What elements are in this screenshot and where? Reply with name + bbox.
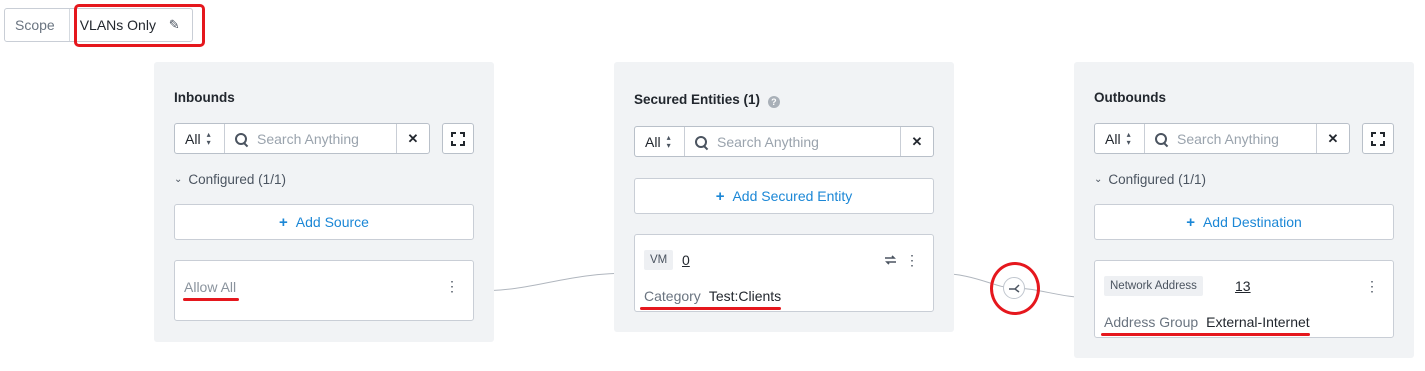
annotation-underline [640, 307, 781, 310]
plus-icon: + [715, 187, 725, 205]
clear-search-button[interactable]: ✕ [1316, 124, 1349, 153]
add-secured-entity-label: Add Secured Entity [732, 188, 853, 204]
select-caret-icon: ▴ ▾ [206, 129, 211, 147]
category-row: Category Test:Clients [644, 288, 781, 304]
inbounds-configured-toggle[interactable]: ⌄ Configured (1/1) [174, 172, 286, 187]
scope-value-text: VLANs Only [79, 17, 156, 33]
inbound-card[interactable]: Allow All ⋮ [174, 260, 474, 321]
outbounds-title: Outbounds [1094, 90, 1166, 105]
search-icon [695, 135, 707, 148]
more-options-icon[interactable]: ⋮ [905, 253, 919, 267]
clear-search-button[interactable]: ✕ [900, 127, 933, 156]
category-key: Category [644, 288, 701, 304]
outbounds-configured-label: Configured (1/1) [1108, 172, 1206, 187]
secured-search-input[interactable] [717, 133, 900, 150]
secured-search: All ▴▾ ✕ [634, 126, 934, 157]
vm-tag: VM [644, 250, 674, 270]
secured-filter-value: All [645, 133, 661, 150]
network-address-count-link[interactable]: 13 [1235, 278, 1251, 294]
outbounds-filter-select[interactable]: All ▴ ▾ [1095, 124, 1145, 153]
search-icon [1155, 132, 1167, 145]
outbounds-filter-value: All [1105, 130, 1121, 147]
category-value: Test:Clients [708, 288, 782, 304]
clear-search-button[interactable]: ✕ [396, 124, 429, 153]
inbound-card-label: Allow All [184, 279, 237, 295]
inbounds-search-input[interactable] [257, 130, 396, 147]
scope-selector[interactable]: Scope VLANs Only ✎ [4, 8, 193, 42]
inbounds-search: All ▴▾ ✕ [174, 123, 430, 154]
more-options-icon[interactable]: ⋮ [445, 279, 459, 293]
address-group-value: External-Internet [1206, 314, 1310, 330]
expand-button[interactable] [442, 123, 474, 154]
annotation-underline [183, 298, 239, 301]
expand-icon [451, 131, 465, 146]
select-caret-icon: ▴ ▾ [666, 132, 671, 150]
expand-icon [1371, 131, 1385, 146]
inbounds-title: Inbounds [174, 90, 235, 105]
outbounds-search: All ▴▾ ✕ [1094, 123, 1350, 154]
inbounds-filter-select[interactable]: All ▴ ▾ [175, 124, 225, 153]
inbound-connector [473, 272, 635, 292]
address-group-row: Address Group External-Internet [1104, 314, 1310, 330]
secured-panel: Secured Entities (1) ? All ▴▾ ✕ + Add Se… [614, 62, 954, 332]
scope-label: Scope [5, 9, 70, 41]
add-destination-button[interactable]: + Add Destination [1094, 204, 1394, 240]
address-group-key: Address Group [1104, 314, 1199, 330]
add-secured-entity-button[interactable]: + Add Secured Entity [634, 178, 934, 214]
add-destination-label: Add Destination [1202, 214, 1302, 230]
scope-value[interactable]: VLANs Only ✎ [70, 9, 192, 41]
vm-count-link[interactable]: 0 [682, 252, 690, 268]
pencil-icon[interactable]: ✎ [169, 17, 180, 33]
help-icon[interactable]: ? [767, 96, 780, 108]
inbounds-filter-value: All [185, 130, 201, 147]
outbounds-configured-toggle[interactable]: ⌄ Configured (1/1) [1094, 172, 1206, 187]
outbounds-panel: Outbounds All ▴▾ ✕ ⌄ Configured (1/1) + … [1074, 62, 1414, 358]
annotation-circle [990, 262, 1040, 315]
chevron-down-icon: ⌄ [174, 174, 183, 185]
search-icon [235, 132, 247, 145]
secured-title: Secured Entities (1) [634, 92, 761, 107]
outbounds-search-input[interactable] [1177, 130, 1316, 147]
expand-button[interactable] [1362, 123, 1394, 154]
network-address-tag: Network Address [1104, 276, 1203, 296]
annotation-underline [1101, 333, 1310, 336]
secured-filter-select[interactable]: All ▴ ▾ [635, 127, 685, 156]
secured-entity-card[interactable]: VM 0 ⋮ Category Test:Clients [634, 234, 934, 312]
add-source-button[interactable]: + Add Source [174, 204, 474, 240]
plus-icon: + [279, 213, 288, 231]
more-options-icon[interactable]: ⋮ [1365, 279, 1379, 293]
add-source-label: Add Source [295, 214, 369, 230]
refresh-icon[interactable] [884, 254, 897, 266]
chevron-down-icon: ⌄ [1094, 174, 1103, 185]
inbounds-configured-label: Configured (1/1) [188, 172, 286, 187]
secured-title-row: Secured Entities (1) ? [634, 92, 780, 108]
select-caret-icon: ▴ ▾ [1126, 129, 1131, 147]
plus-icon: + [1186, 213, 1195, 231]
outbound-card[interactable]: Network Address 13 ⋮ Address Group Extern… [1094, 260, 1394, 338]
